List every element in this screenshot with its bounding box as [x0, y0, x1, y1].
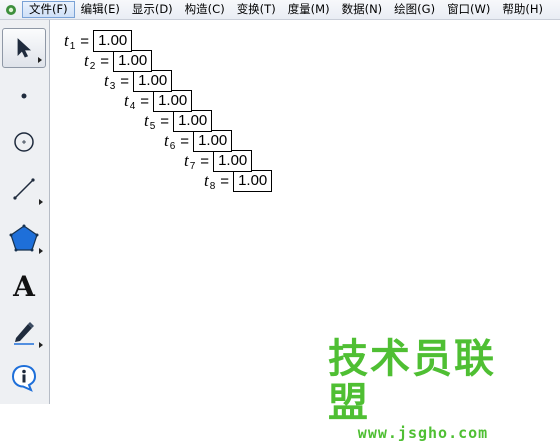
app-icon[interactable]	[4, 3, 18, 17]
menu-number[interactable]: 数据(N)	[336, 1, 389, 18]
parameter-variable: t	[64, 31, 69, 50]
toolbox: A	[0, 20, 50, 404]
parameter-equals: =	[120, 72, 130, 90]
parameter-variable: t	[164, 131, 169, 150]
selection-arrow-icon	[17, 38, 32, 58]
watermark-title: 技术员联盟	[328, 336, 496, 426]
watermark: 技术员联盟 www.jsgho.com	[328, 337, 518, 441]
marker-pen-icon	[14, 322, 34, 345]
parameter-equals: =	[80, 32, 90, 50]
parameter-value-box[interactable]: 1.00	[93, 30, 133, 52]
tool-expand-arrow-icon	[38, 57, 42, 63]
compass-tool[interactable]	[2, 122, 46, 162]
parameter-variable: t	[184, 151, 189, 170]
menu-help[interactable]: 帮助(H)	[496, 1, 549, 18]
polygon-icon	[9, 224, 39, 252]
parameter-row[interactable]: t 2 = 1.00	[84, 50, 153, 72]
parameter-subscript: 8	[209, 180, 216, 192]
point-icon	[21, 93, 27, 99]
parameter-subscript: 7	[189, 160, 196, 172]
tool-expand-arrow-icon	[39, 248, 43, 254]
parameter-subscript: 4	[129, 100, 136, 112]
parameter-row[interactable]: t 6 = 1.00	[164, 130, 233, 152]
menu-measure[interactable]: 度量(M)	[282, 1, 336, 18]
parameter-row[interactable]: t 8 = 1.00	[204, 170, 273, 192]
tool-expand-arrow-icon	[39, 199, 43, 205]
parameter-row[interactable]: t 5 = 1.00	[144, 110, 213, 132]
menu-graph[interactable]: 绘图(G)	[388, 1, 441, 18]
parameter-subscript: 2	[89, 60, 96, 72]
parameter-variable: t	[204, 171, 209, 190]
parameter-equals: =	[200, 152, 210, 170]
sketch-canvas[interactable]: t 1 = 1.00 t 2 = 1.00 t 3 = 1.00 t 4 = 1.00 t 5 = 1.00 t 6 = 1.…	[50, 20, 560, 441]
text-tool-icon: A	[13, 269, 35, 303]
parameter-row[interactable]: t 7 = 1.00	[184, 150, 253, 172]
menu-display[interactable]: 显示(D)	[126, 1, 179, 18]
parameter-value-box[interactable]: 1.00	[213, 150, 253, 172]
menu-window[interactable]: 窗口(W)	[441, 1, 496, 18]
parameter-equals: =	[100, 52, 110, 70]
parameter-equals: =	[140, 92, 150, 110]
information-icon	[11, 364, 37, 392]
parameter-row[interactable]: t 1 = 1.00	[64, 30, 133, 52]
information-tool[interactable]	[2, 358, 46, 398]
tool-expand-arrow-icon	[39, 342, 43, 348]
parameter-value-box[interactable]: 1.00	[133, 70, 173, 92]
parameter-subscript: 1	[69, 40, 76, 52]
menu-construct[interactable]: 构造(C)	[179, 1, 231, 18]
marker-tool[interactable]	[2, 312, 46, 352]
watermark-url: www.jsgho.com	[357, 424, 489, 442]
parameter-variable: t	[144, 111, 149, 130]
menu-transform[interactable]: 变换(T)	[231, 1, 282, 18]
parameter-value-box[interactable]: 1.00	[173, 110, 213, 132]
parameter-value-box[interactable]: 1.00	[113, 50, 153, 72]
parameter-subscript: 3	[109, 80, 116, 92]
parameter-value-box[interactable]: 1.00	[153, 90, 193, 112]
menu-file[interactable]: 文件(F)	[22, 1, 75, 18]
parameter-equals: =	[160, 112, 170, 130]
parameter-variable: t	[84, 51, 89, 70]
selection-arrow-tool[interactable]	[2, 28, 46, 68]
parameter-subscript: 5	[149, 120, 156, 132]
straightedge-icon	[13, 178, 35, 200]
text-tool[interactable]: A	[2, 266, 46, 306]
parameter-variable: t	[104, 71, 109, 90]
parameter-equals: =	[180, 132, 190, 150]
straightedge-tool[interactable]	[2, 169, 46, 209]
parameter-subscript: 6	[169, 140, 176, 152]
parameter-variable: t	[124, 91, 129, 110]
point-tool[interactable]	[2, 76, 46, 116]
parameter-value-box[interactable]: 1.00	[233, 170, 273, 192]
parameter-value-box[interactable]: 1.00	[193, 130, 233, 152]
menu-bar: 文件(F) 编辑(E) 显示(D) 构造(C) 变换(T) 度量(M) 数据(N…	[0, 0, 560, 20]
polygon-tool[interactable]	[2, 218, 46, 258]
parameter-equals: =	[220, 172, 230, 190]
parameter-row[interactable]: t 4 = 1.00	[124, 90, 193, 112]
compass-icon	[14, 132, 34, 152]
menu-edit[interactable]: 编辑(E)	[75, 1, 126, 18]
parameter-row[interactable]: t 3 = 1.00	[104, 70, 173, 92]
